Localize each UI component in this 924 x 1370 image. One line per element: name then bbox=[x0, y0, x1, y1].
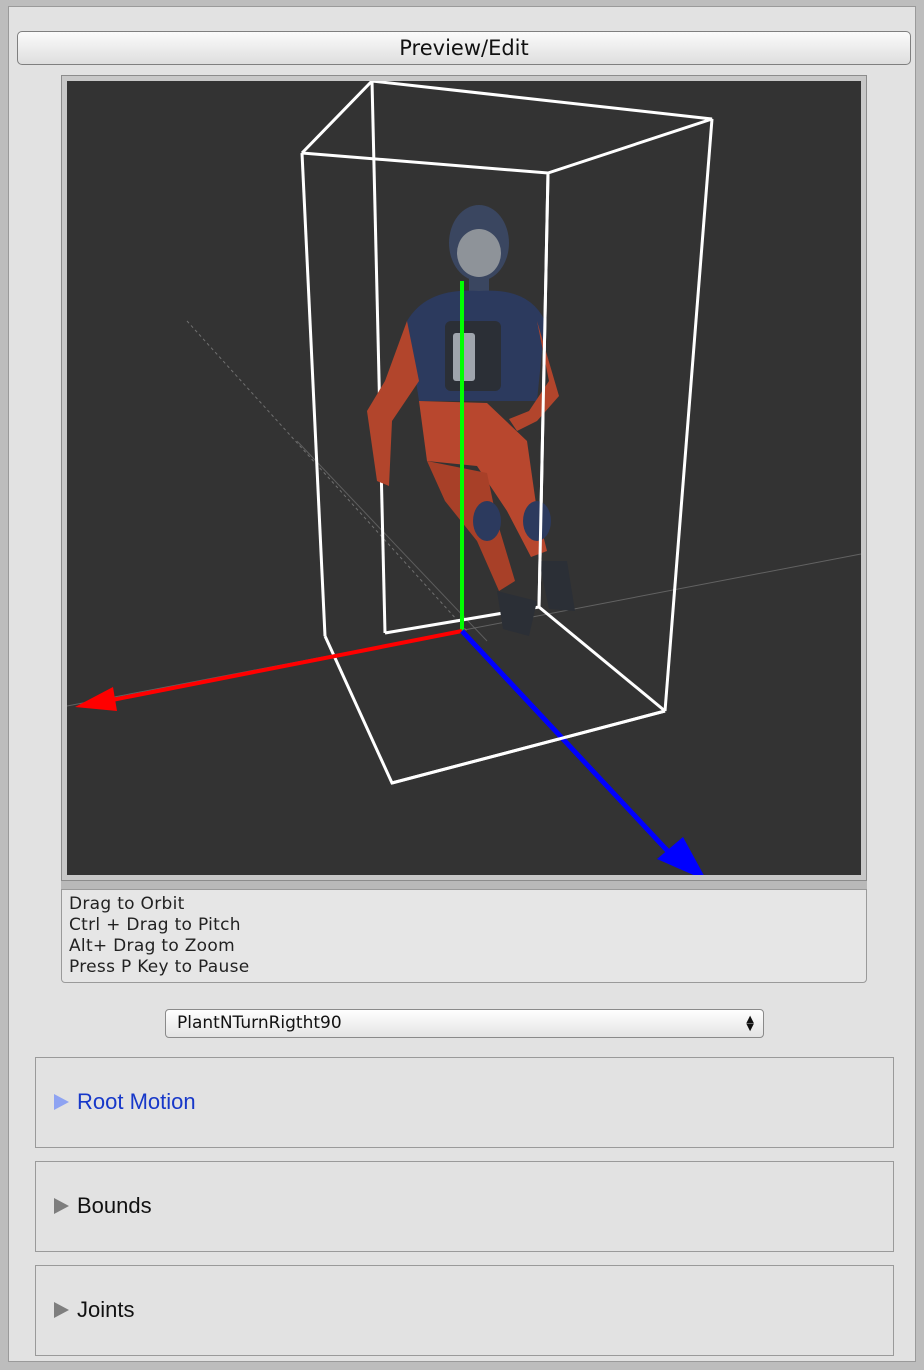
foldout-triangle-icon bbox=[54, 1198, 69, 1214]
up-down-arrows-icon: ▲ ▼ bbox=[746, 1014, 754, 1033]
animation-clip-dropdown[interactable]: PlantNTurnRigtht90 ▲ ▼ bbox=[165, 1009, 764, 1038]
z-axis-arrow bbox=[460, 629, 679, 863]
help-line-pause: Press P Key to Pause bbox=[69, 957, 250, 977]
scene-graphic bbox=[67, 81, 861, 875]
x-axis-arrowhead-icon bbox=[75, 687, 117, 711]
preview-viewport-frame bbox=[61, 75, 867, 881]
inspector-panel: Preview/Edit Drag to Orbit Ctrl + Drag t… bbox=[8, 6, 916, 1362]
viewport-resize-separator[interactable] bbox=[61, 881, 867, 889]
preview-viewport[interactable] bbox=[67, 81, 861, 875]
help-line-zoom: Alt+ Drag to Zoom bbox=[69, 936, 235, 956]
foldout-triangle-icon bbox=[54, 1094, 69, 1110]
foldout-label-root-motion: Root Motion bbox=[77, 1089, 196, 1114]
foldout-root-motion[interactable]: Root Motion bbox=[35, 1057, 894, 1148]
foldout-bounds[interactable]: Bounds bbox=[35, 1161, 894, 1252]
foldout-joints[interactable]: Joints bbox=[35, 1265, 894, 1356]
z-axis-arrowhead-icon bbox=[657, 837, 704, 875]
clip-select-value: PlantNTurnRigtht90 bbox=[177, 1013, 342, 1033]
preview-edit-button[interactable]: Preview/Edit bbox=[17, 31, 911, 65]
foldout-triangle-icon bbox=[54, 1302, 69, 1318]
viewport-help-text: Drag to Orbit Ctrl + Drag to Pitch Alt+ … bbox=[61, 889, 867, 983]
help-line-pitch: Ctrl + Drag to Pitch bbox=[69, 915, 241, 935]
help-line-orbit: Drag to Orbit bbox=[69, 894, 185, 914]
x-axis-arrow bbox=[106, 629, 463, 703]
foldout-label-joints: Joints bbox=[77, 1297, 135, 1322]
foldout-label-bounds: Bounds bbox=[77, 1193, 152, 1218]
